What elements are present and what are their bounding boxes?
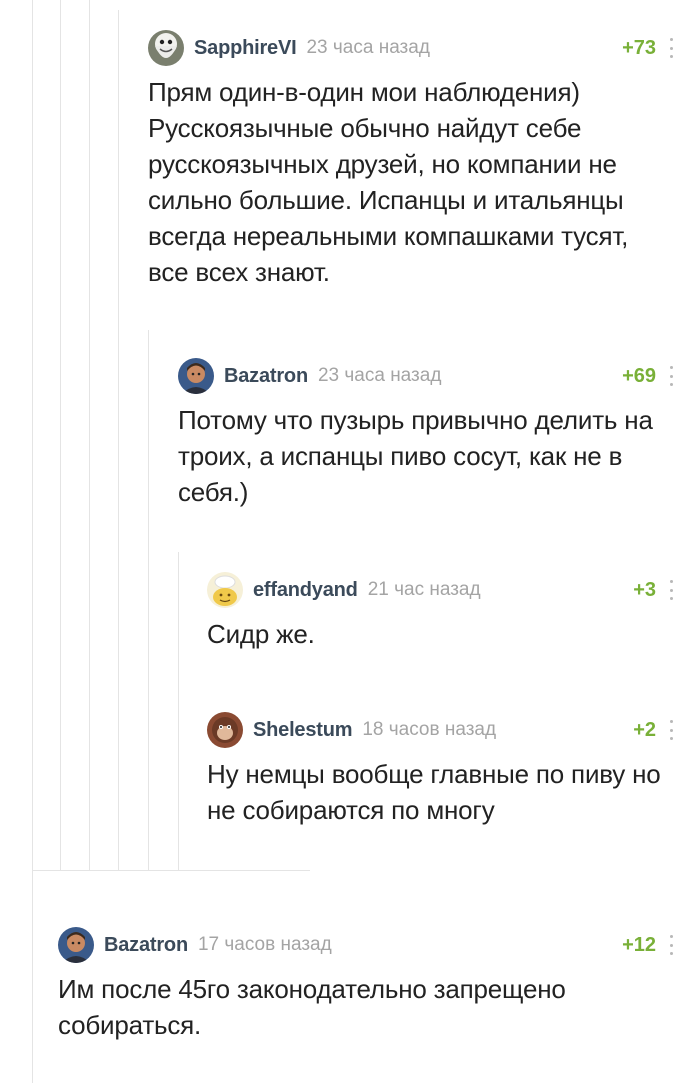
comment-text: Прям один-в-один мои наблюдения) Русскоя… [148, 77, 629, 287]
comment: Bazatron 23 часа назад +69 Потому что пу… [178, 356, 674, 510]
comment-header: Shelestum 18 часов назад +2 [207, 710, 674, 750]
more-options-icon[interactable] [668, 720, 674, 740]
chef-avatar-icon[interactable] [207, 572, 243, 608]
comment-username[interactable]: Bazatron [104, 934, 188, 957]
comment-header: SapphireVI 23 часа назад +73 [148, 28, 674, 68]
comment-time[interactable]: 21 час назад [368, 579, 634, 601]
comment-username[interactable]: effandyand [253, 579, 358, 602]
man-avatar-icon[interactable] [58, 927, 94, 963]
comment-header: effandyand 21 час назад +3 [207, 570, 674, 610]
monkey-avatar-icon[interactable] [207, 712, 243, 748]
more-options-icon[interactable] [668, 366, 674, 386]
thread-line [178, 552, 179, 870]
comment-time[interactable]: 17 часов назад [198, 934, 622, 956]
comment-header: Bazatron 23 часа назад +69 [178, 356, 674, 396]
ghost-avatar-icon[interactable] [148, 30, 184, 66]
comment-rating: +3 [633, 578, 656, 601]
thread-line [32, 0, 33, 1083]
comment-text: Сидр же. [207, 619, 315, 649]
comment-time[interactable]: 23 часа назад [306, 37, 622, 59]
thread-divider [32, 870, 310, 871]
comment-header: Bazatron 17 часов назад +12 [58, 925, 674, 965]
comment: Bazatron 17 часов назад +12 Им после 45г… [58, 925, 674, 1043]
more-options-icon[interactable] [668, 580, 674, 600]
thread-line [118, 10, 119, 870]
comment-username[interactable]: Shelestum [253, 719, 353, 742]
comment: effandyand 21 час назад +3 Сидр же. [207, 570, 674, 652]
comment-time[interactable]: 18 часов назад [362, 719, 633, 741]
comment: SapphireVI 23 часа назад +73 Прям один-в… [148, 28, 674, 290]
comment-time[interactable]: 23 часа назад [318, 365, 622, 387]
comment-rating: +2 [633, 718, 656, 741]
comment-text: Потому что пузырь привычно делить на тро… [178, 405, 653, 507]
comment: Shelestum 18 часов назад +2 Ну немцы воо… [207, 710, 674, 828]
comment-text: Ну немцы вообще главные по пиву но не со… [207, 759, 661, 825]
comment-text: Им после 45го законодательно запрещено с… [58, 974, 566, 1040]
more-options-icon[interactable] [668, 935, 674, 955]
comment-rating: +69 [622, 364, 656, 387]
man-avatar-icon[interactable] [178, 358, 214, 394]
thread-line [60, 0, 61, 870]
thread-line [89, 0, 90, 870]
comment-rating: +12 [622, 933, 656, 956]
comment-rating: +73 [622, 36, 656, 59]
thread-line [148, 330, 149, 870]
more-options-icon[interactable] [668, 38, 674, 58]
comment-username[interactable]: Bazatron [224, 365, 308, 388]
comment-username[interactable]: SapphireVI [194, 37, 297, 60]
